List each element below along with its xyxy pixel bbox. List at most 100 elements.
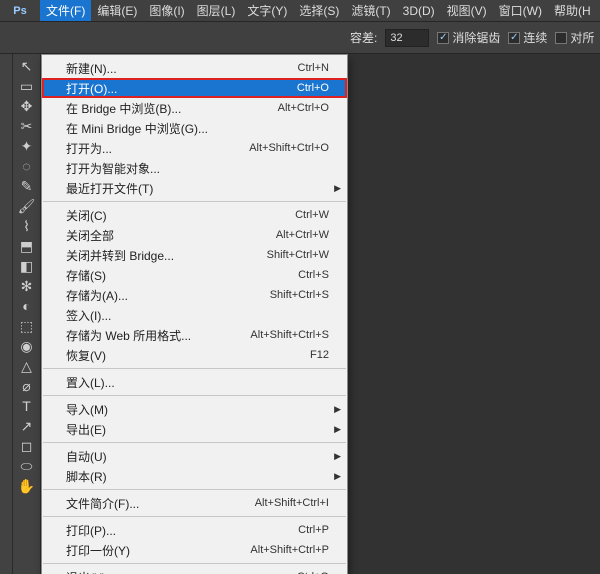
menu-item-label: 置入(L)... xyxy=(66,374,115,391)
menu-item[interactable]: 脚本(R) xyxy=(42,466,347,486)
file-menu-dropdown: 新建(N)...Ctrl+N打开(O)...Ctrl+O在 Bridge 中浏览… xyxy=(41,54,348,574)
antialias-label: 消除锯齿 xyxy=(452,29,500,46)
menubar-item-9[interactable]: 窗口(W) xyxy=(493,0,548,21)
menu-item[interactable]: 在 Mini Bridge 中浏览(G)... xyxy=(42,118,347,138)
menu-separator xyxy=(43,368,346,369)
menu-separator xyxy=(43,395,346,396)
menu-separator xyxy=(43,516,346,517)
tool-4[interactable]: ✦ xyxy=(15,136,39,156)
menu-item-label: 退出(X) xyxy=(66,569,106,574)
menu-item[interactable]: 恢复(V) F12 xyxy=(42,345,347,365)
menubar-item-0[interactable]: 文件(F) xyxy=(40,0,91,21)
menu-item[interactable]: 导出(E) xyxy=(42,419,347,439)
tool-9[interactable]: ⬒ xyxy=(15,236,39,256)
menubar-item-6[interactable]: 滤镜(T) xyxy=(345,0,396,21)
option-bar: 容差: 消除锯齿 连续 对所 xyxy=(0,22,600,54)
menu-item[interactable]: 导入(M) xyxy=(42,399,347,419)
menubar-item-7[interactable]: 3D(D) xyxy=(397,0,441,21)
menu-item[interactable]: 存储(S)Ctrl+S xyxy=(42,265,347,285)
tool-17[interactable]: T xyxy=(15,396,39,416)
menubar-item-2[interactable]: 图像(I) xyxy=(143,0,190,21)
tool-13[interactable]: ⬚ xyxy=(15,316,39,336)
menu-item[interactable]: 打开为智能对象... xyxy=(42,158,347,178)
antialias-checkbox[interactable] xyxy=(437,32,449,44)
menu-item[interactable]: 存储为 Web 所用格式... Alt+Shift+Ctrl+S xyxy=(42,325,347,345)
menubar-item-8[interactable]: 视图(V) xyxy=(441,0,493,21)
tool-8[interactable]: ⌇ xyxy=(15,216,39,236)
menu-item-shortcut: Shift+Ctrl+W xyxy=(267,249,329,261)
tool-20[interactable]: ⬭ xyxy=(15,456,39,476)
menu-item[interactable]: 最近打开文件(T) xyxy=(42,178,347,198)
menu-item-label: 打印一份(Y) xyxy=(66,542,130,559)
menu-item-label: 签入(I)... xyxy=(66,307,111,324)
menubar-item-4[interactable]: 文字(Y) xyxy=(241,0,293,21)
tool-5[interactable]: ◌ xyxy=(15,156,39,176)
menu-item-shortcut: Ctrl+P xyxy=(298,524,329,536)
menubar-item-1[interactable]: 编辑(E) xyxy=(91,0,143,21)
menu-item[interactable]: 文件简介(F)... Alt+Shift+Ctrl+I xyxy=(42,493,347,513)
canvas-area: 新建(N)...Ctrl+N打开(O)...Ctrl+O在 Bridge 中浏览… xyxy=(41,54,600,574)
menu-item-label: 自动(U) xyxy=(66,448,107,465)
menu-item-shortcut: Alt+Shift+Ctrl+O xyxy=(249,142,329,154)
tolerance-label: 容差: xyxy=(350,29,377,46)
menu-item-label: 恢复(V) xyxy=(66,347,106,364)
tool-1[interactable]: ▭ xyxy=(15,76,39,96)
menu-item[interactable]: 签入(I)... xyxy=(42,305,347,325)
menu-item-label: 存储为 Web 所用格式... xyxy=(66,327,191,344)
tool-15[interactable]: △ xyxy=(15,356,39,376)
menu-item-label: 导入(M) xyxy=(66,401,108,418)
all-layers-label: 对所 xyxy=(570,29,594,46)
tool-21[interactable]: ✋ xyxy=(15,476,39,496)
menubar-item-3[interactable]: 图层(L) xyxy=(191,0,242,21)
menu-item[interactable]: 置入(L)... xyxy=(42,372,347,392)
menu-item-shortcut: Ctrl+O xyxy=(297,82,329,94)
tool-19[interactable]: ◻ xyxy=(15,436,39,456)
menu-item[interactable]: 打印一份(Y) Alt+Shift+Ctrl+P xyxy=(42,540,347,560)
tolerance-input[interactable] xyxy=(385,29,429,47)
menu-item-label: 新建(N)... xyxy=(66,60,117,77)
menu-item-shortcut: Alt+Shift+Ctrl+S xyxy=(250,329,329,341)
menu-item-label: 在 Mini Bridge 中浏览(G)... xyxy=(66,120,208,137)
tool-0[interactable]: ↖ xyxy=(15,56,39,76)
menu-item-label: 关闭全部 xyxy=(66,227,114,244)
all-layers-checkbox[interactable] xyxy=(555,32,567,44)
menu-separator xyxy=(43,563,346,564)
tool-6[interactable]: ✎ xyxy=(15,176,39,196)
tool-2[interactable]: ✥ xyxy=(15,96,39,116)
menu-item-shortcut: Alt+Shift+Ctrl+I xyxy=(255,497,329,509)
menu-item-shortcut: Shift+Ctrl+S xyxy=(270,289,329,301)
tool-10[interactable]: ◧ xyxy=(15,256,39,276)
tool-7[interactable]: 🖌 xyxy=(15,196,39,216)
tool-12[interactable]: ◐ xyxy=(15,296,39,316)
tool-3[interactable]: ✂ xyxy=(15,116,39,136)
tool-11[interactable]: ✻ xyxy=(15,276,39,296)
menu-item[interactable]: 存储为(A)... Shift+Ctrl+S xyxy=(42,285,347,305)
menu-item[interactable]: 退出(X)Ctrl+Q xyxy=(42,567,347,574)
contiguous-checkbox[interactable] xyxy=(508,32,520,44)
menu-item[interactable]: 打开为...Alt+Shift+Ctrl+O xyxy=(42,138,347,158)
menu-separator xyxy=(43,442,346,443)
menu-item[interactable]: 在 Bridge 中浏览(B)...Alt+Ctrl+O xyxy=(42,98,347,118)
menu-item[interactable]: 打开(O)...Ctrl+O xyxy=(42,78,347,98)
menu-item-shortcut: Alt+Ctrl+W xyxy=(276,229,329,241)
menubar-item-10[interactable]: 帮助(H xyxy=(548,0,597,21)
menubar-item-5[interactable]: 选择(S) xyxy=(293,0,345,21)
tool-14[interactable]: ◉ xyxy=(15,336,39,356)
tool-16[interactable]: ⌀ xyxy=(15,376,39,396)
menu-separator xyxy=(43,489,346,490)
menu-item[interactable]: 打印(P)...Ctrl+P xyxy=(42,520,347,540)
menu-item-shortcut: Alt+Shift+Ctrl+P xyxy=(250,544,329,556)
menubar: Ps 文件(F)编辑(E)图像(I)图层(L)文字(Y)选择(S)滤镜(T)3D… xyxy=(0,0,600,22)
menu-item-label: 导出(E) xyxy=(66,421,106,438)
menu-item[interactable]: 关闭(C)Ctrl+W xyxy=(42,205,347,225)
menu-item[interactable]: 自动(U) xyxy=(42,446,347,466)
menu-item-label: 存储为(A)... xyxy=(66,287,128,304)
tool-edge xyxy=(0,54,13,574)
menu-item[interactable]: 关闭全部 Alt+Ctrl+W xyxy=(42,225,347,245)
menu-item-shortcut: Ctrl+S xyxy=(298,269,329,281)
menu-item-shortcut: F12 xyxy=(310,349,329,361)
tool-18[interactable]: ↗ xyxy=(15,416,39,436)
menu-item[interactable]: 新建(N)...Ctrl+N xyxy=(42,58,347,78)
menu-item-label: 文件简介(F)... xyxy=(66,495,139,512)
menu-item[interactable]: 关闭并转到 Bridge...Shift+Ctrl+W xyxy=(42,245,347,265)
